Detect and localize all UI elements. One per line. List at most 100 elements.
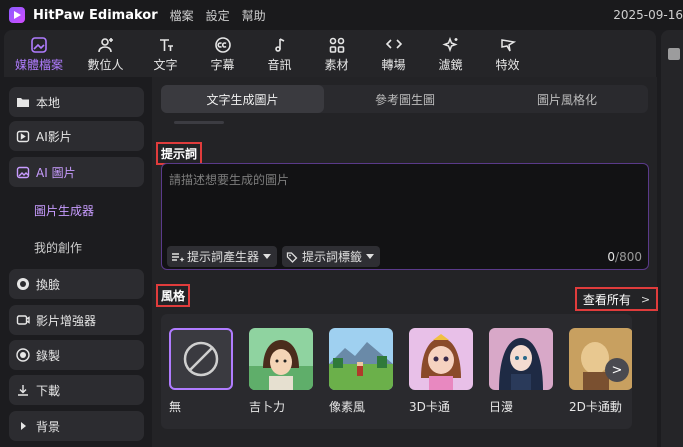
app-title: HitPaw Edimakor: [33, 7, 158, 23]
tool-label: 音訊: [267, 57, 292, 72]
tool-label: 素材: [324, 57, 349, 72]
sidebar-item-label: 背景: [36, 419, 61, 434]
gallery-next-button[interactable]: >: [605, 358, 629, 382]
assets-icon: [328, 35, 346, 55]
dropdown-arrow-icon: [263, 254, 272, 259]
music-icon: [271, 35, 289, 55]
sidebar-item-label: AI 圖片: [36, 165, 76, 180]
sidebar-item-background[interactable]: 背景: [9, 411, 144, 441]
download-icon: [16, 383, 30, 397]
tool-label: 字幕: [210, 57, 235, 72]
tool-label: 文字: [153, 57, 178, 72]
tool-media[interactable]: 媒體檔案: [4, 30, 74, 77]
date-text: 2025-09-16: [613, 8, 683, 22]
main-panel: 文字生成圖片 參考圖生圖 圖片風格化 提示詞 請描述想要生成的圖片 提示詞產生器…: [152, 77, 658, 447]
sidebar-item-face-swap[interactable]: 換臉: [9, 269, 144, 299]
tab-image-to-image[interactable]: 參考圖生圖: [324, 85, 486, 113]
menu-settings[interactable]: 設定: [206, 7, 230, 24]
style-name: 無: [169, 400, 182, 414]
tab-text-to-image[interactable]: 文字生成圖片: [161, 85, 324, 113]
style-thumb: [329, 328, 393, 390]
sidebar-item-download[interactable]: 下載: [9, 375, 144, 405]
main-toolbar: 媒體檔案 數位人 文字 字幕 音訊 素材 轉場 濾鏡 特效: [4, 30, 656, 77]
tool-label: 濾鏡: [438, 57, 463, 72]
prompt-input-box[interactable]: 請描述想要生成的圖片 提示詞產生器 提示詞標籤 0/800: [161, 163, 649, 270]
app-logo-icon: [9, 7, 25, 23]
prompt-generator-dropdown[interactable]: 提示詞產生器: [167, 246, 278, 267]
prompt-generator-label: 提示詞產生器: [187, 250, 260, 264]
caption-icon: [214, 35, 232, 55]
avatar-add-icon: [97, 35, 115, 55]
text-icon: [157, 35, 175, 55]
tag-icon: [286, 251, 298, 263]
scrollbar[interactable]: [174, 121, 224, 124]
video-enhance-icon: [16, 313, 30, 327]
ai-image-icon: [16, 165, 30, 179]
view-all-label: 查看所有: [582, 292, 631, 307]
anime-girl-image: [489, 328, 553, 390]
tool-effects[interactable]: 特效: [479, 30, 536, 77]
prompt-tags-dropdown[interactable]: 提示詞標籤: [282, 246, 381, 267]
sidebar-item-label: 錄製: [36, 348, 61, 363]
media-icon: [30, 35, 48, 55]
list-sparkle-icon: [172, 252, 185, 262]
sidebar-item-video-enhancer[interactable]: 影片增強器: [9, 305, 144, 335]
sidebar-item-record[interactable]: 錄製: [9, 340, 144, 370]
sidebar-item-ai-video[interactable]: AI影片: [9, 121, 144, 151]
sidebar-item-label: 下載: [36, 383, 61, 398]
title-bar: HitPaw Edimakor 檔案 設定 幫助 2025-09-16: [0, 0, 683, 30]
sidebar-item-label: AI影片: [36, 129, 72, 144]
prohibit-icon: [183, 341, 219, 377]
effect-icon: [499, 35, 517, 55]
char-count: 0: [607, 250, 616, 264]
sidebar-item-label: 影片增強器: [36, 313, 97, 328]
pixel-landscape-image: [329, 328, 393, 390]
folder-icon: [16, 95, 30, 109]
ai-video-icon: [16, 129, 30, 143]
style-item-pixel[interactable]: 像素風: [329, 328, 393, 415]
sidebar-item-ai-image[interactable]: AI 圖片: [9, 157, 144, 187]
tool-label: 特效: [495, 57, 520, 72]
menu-help[interactable]: 幫助: [242, 7, 266, 24]
sparkle-icon: [441, 35, 460, 55]
chevron-right-icon: >: [611, 362, 623, 378]
face-swap-icon: [16, 277, 30, 291]
style-item-ghibli[interactable]: 吉卜力: [249, 328, 313, 415]
tool-assets[interactable]: 素材: [308, 30, 365, 77]
transition-icon: [385, 35, 403, 55]
tool-label: 數位人: [87, 57, 124, 72]
prompt-tags-label: 提示詞標籤: [302, 250, 363, 264]
ghibli-girl-image: [249, 328, 313, 390]
style-item-3d-cartoon[interactable]: 3D卡通: [409, 328, 473, 415]
style-item-none[interactable]: 無: [169, 328, 233, 415]
chevron-right-icon: >: [640, 292, 651, 306]
style-thumb: [409, 328, 473, 390]
style-item-anime[interactable]: 日漫: [489, 328, 553, 415]
sidebar-item-label: 換臉: [36, 277, 61, 292]
mode-tabs: 文字生成圖片 參考圖生圖 圖片風格化: [161, 85, 648, 113]
tool-text[interactable]: 文字: [137, 30, 194, 77]
right-panel: [661, 30, 683, 447]
tool-caption[interactable]: 字幕: [194, 30, 251, 77]
sidebar-sub-my-creations[interactable]: 我的創作: [34, 239, 82, 256]
tool-label: 轉場: [381, 57, 406, 72]
char-max: /800: [615, 250, 642, 264]
tool-audio[interactable]: 音訊: [251, 30, 308, 77]
prompt-placeholder: 請描述想要生成的圖片: [169, 173, 290, 187]
style-name: 日漫: [489, 400, 514, 414]
tool-label: 媒體檔案: [14, 57, 63, 72]
style-name: 2D卡通動: [569, 400, 622, 414]
style-thumb: [489, 328, 553, 390]
tab-image-stylize[interactable]: 圖片風格化: [486, 85, 648, 113]
view-all-button[interactable]: 查看所有 >: [575, 287, 658, 311]
tool-transition[interactable]: 轉場: [365, 30, 422, 77]
style-thumb: [169, 328, 233, 390]
sidebar-item-local[interactable]: 本地: [9, 87, 144, 117]
caret-right-icon: [16, 419, 30, 433]
sidebar-sub-image-generator[interactable]: 圖片生成器: [34, 202, 94, 219]
tool-avatar[interactable]: 數位人: [74, 30, 137, 77]
tool-filter[interactable]: 濾鏡: [422, 30, 479, 77]
menu-file[interactable]: 檔案: [170, 7, 194, 24]
dropdown-arrow-icon: [366, 254, 375, 259]
char-counter: 0/800: [607, 250, 642, 264]
